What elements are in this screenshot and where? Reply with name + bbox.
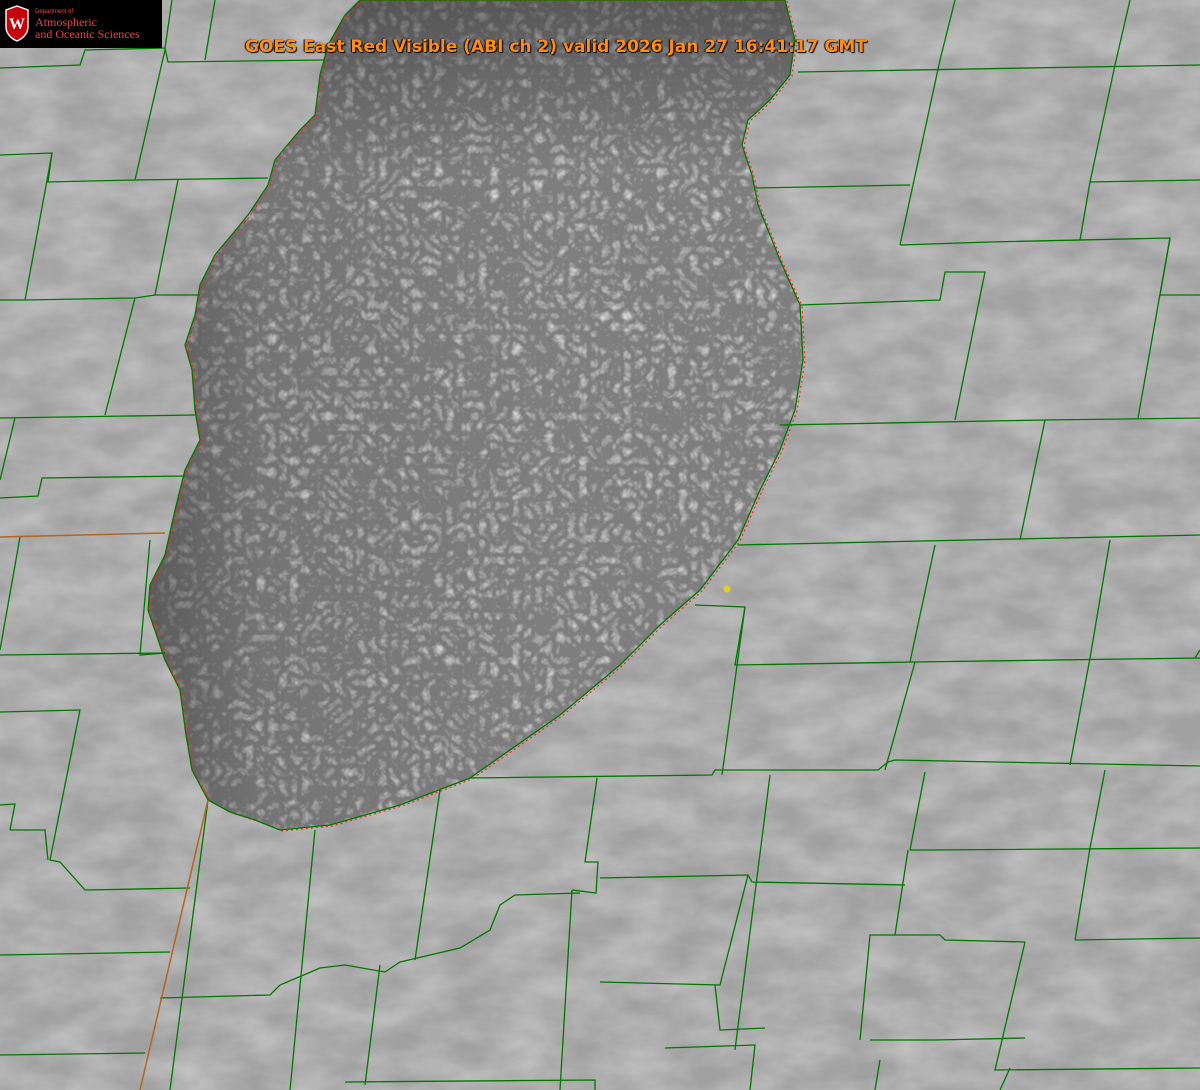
shield-letter: W	[9, 16, 25, 33]
map-title: GOES East Red Visible (ABI ch 2) valid 2…	[245, 37, 867, 57]
satellite-map: W Department of Atmospheric and Oceanic …	[0, 0, 1200, 1090]
uw-aos-logo: W Department of Atmospheric and Oceanic …	[0, 0, 162, 48]
logo-text-line2: and Oceanic Sciences	[35, 27, 140, 41]
station-marker	[723, 585, 731, 593]
satellite-image	[0, 0, 1200, 1090]
uw-shield-icon: W	[5, 5, 29, 42]
